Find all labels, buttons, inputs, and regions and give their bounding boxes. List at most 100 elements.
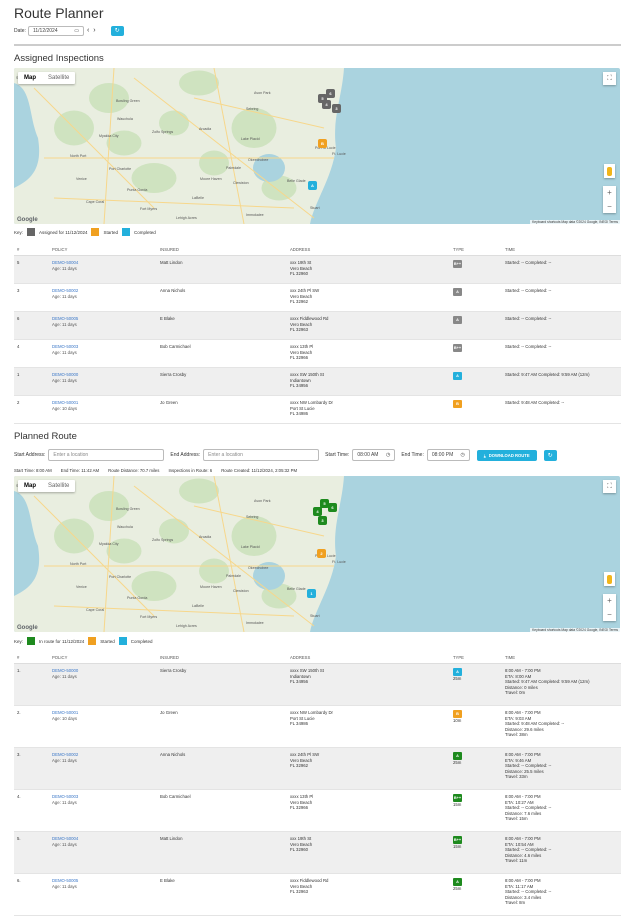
map-marker[interactable]: B <box>318 139 327 148</box>
end-address-input[interactable]: Enter a location <box>203 449 320 461</box>
map-marker[interactable]: 3 <box>318 516 327 525</box>
policy-cell: DEMO-50005 Age: 11 days <box>52 312 160 339</box>
map-place-label: Venice <box>76 585 87 589</box>
pegman-icon[interactable] <box>604 164 615 178</box>
policy-age: Age: 11 days <box>52 757 77 763</box>
address-cell: xxxx NW Lombardy Dr Port St Lucie FL 34986 <box>290 706 453 747</box>
map-marker[interactable]: 3 <box>332 104 341 113</box>
row-number: 4 <box>17 344 20 349</box>
map-tab[interactable]: Map <box>18 480 42 492</box>
park-area <box>231 108 277 148</box>
policy-cell: DEMO-50000 Age: 11 days <box>52 368 160 395</box>
refresh-icon: ↻ <box>114 28 120 34</box>
type-cell: B++ 15m <box>453 832 505 873</box>
assigned-swatch <box>27 228 36 236</box>
map-place-label: Port Charlotte <box>109 575 132 579</box>
map-place-label: Avon Park <box>254 499 271 503</box>
start-time-value: 08:00 AM <box>357 452 379 458</box>
address-cell: xxxx 13th Pl Vero Beach FL 32966 <box>290 790 453 831</box>
type-badge: A <box>453 668 462 676</box>
date-value: 11/12/2024 <box>32 27 58 34</box>
fullscreen-icon[interactable]: ⛶ <box>603 480 616 493</box>
address-cell: xxxx Fiddlewood Rd Vero Beach FL 32963 <box>290 312 453 339</box>
map-place-label: Clewiston <box>233 589 249 593</box>
route-refresh-button[interactable]: ↻ <box>543 449 557 461</box>
type-duration: 25m <box>453 886 462 891</box>
started-swatch <box>91 228 100 236</box>
key-label: Key: <box>14 638 24 644</box>
map-place-label: Lake Placid <box>241 545 260 549</box>
map-tab[interactable]: Map <box>18 72 42 84</box>
type-duration: 15m <box>453 802 462 807</box>
map-marker[interactable]: 4 <box>313 507 322 516</box>
map-marker[interactable]: 1 <box>307 589 316 598</box>
calendar-icon[interactable]: ▭ <box>74 28 79 34</box>
table-header: # POLICY INSURED ADDRESS TYPE TIME <box>14 652 621 664</box>
download-route-label: DOWNLOAD ROUTE <box>488 452 530 458</box>
type-badge: B++ <box>453 836 462 844</box>
row-number: 3 <box>17 288 20 293</box>
assigned-map[interactable]: St. PetersburgBowling GreenWauchulaMyakk… <box>14 68 620 224</box>
col-time: TIME <box>505 655 516 660</box>
park-area <box>199 150 229 176</box>
fullscreen-icon[interactable]: ⛶ <box>603 72 616 85</box>
key-completed: Completed <box>130 638 153 644</box>
type-duration: 25m <box>453 760 462 765</box>
pegman-icon[interactable] <box>604 572 615 586</box>
download-route-button[interactable]: ⤓ DOWNLOAD ROUTE <box>476 449 537 461</box>
col-policy: POLICY <box>52 247 68 252</box>
clock-icon: ◷ <box>460 452 465 458</box>
map-place-label: Palmdale <box>226 574 241 578</box>
satellite-tab[interactable]: Satellite <box>42 480 75 492</box>
map-place-label: Immokalee <box>246 621 264 625</box>
assigned-heading: Assigned Inspections <box>14 53 104 64</box>
map-place-label: Sebring <box>246 515 259 519</box>
key-started: Started <box>100 638 115 644</box>
time-cell: 8:00 AM - 7:00 PM ETA: 11:17 AM Started: -… <box>505 874 621 915</box>
type-cell: A 25m <box>453 748 505 789</box>
key-completed: Completed <box>133 229 156 235</box>
time-cell: Started: 9:48 AM Completed: -- <box>505 400 565 405</box>
map-attribution[interactable]: Keyboard shortcuts Map data ©2024 Google… <box>530 220 620 224</box>
refresh-button[interactable]: ↻ <box>110 25 124 36</box>
zoom-out-icon[interactable]: − <box>607 610 612 619</box>
map-place-label: Stuart <box>310 614 320 618</box>
map-place-label: Fort Myers <box>140 207 158 211</box>
satellite-tab[interactable]: Satellite <box>42 72 75 84</box>
type-badge: A <box>453 316 462 324</box>
date-input[interactable]: 11/12/2024 ▭ <box>27 25 84 36</box>
policy-age: Age: 10 days <box>52 715 78 721</box>
refresh-icon: ↻ <box>547 452 553 459</box>
type-badge: A <box>453 878 462 886</box>
zoom-in-icon[interactable]: + <box>607 596 612 605</box>
end-time-input[interactable]: 08:00 PM ◷ <box>426 449 470 461</box>
key-in-route: In route for 11/12/2024 <box>39 638 85 644</box>
type-cell: B <box>453 396 505 423</box>
map-marker[interactable]: 6 <box>326 89 335 98</box>
zoom-in-icon[interactable]: + <box>607 188 612 197</box>
end-address-placeholder: Enter a location <box>208 452 243 458</box>
next-day-icon[interactable]: › <box>92 26 96 36</box>
map-marker[interactable]: 6 <box>328 503 337 512</box>
map-marker[interactable]: A <box>308 181 317 190</box>
map-marker[interactable]: 4 <box>322 100 331 109</box>
zoom-out-icon[interactable]: − <box>607 202 612 211</box>
map-place-label: Ft. Lucie <box>332 152 346 156</box>
map-place-label: Bowling Green <box>116 507 140 511</box>
start-time-input[interactable]: 08:00 AM ◷ <box>352 449 396 461</box>
type-cell: A <box>453 312 505 339</box>
col-insured: INSURED <box>160 247 179 252</box>
table-header: # POLICY INSURED ADDRESS TYPE TIME <box>14 244 621 256</box>
planned-map[interactable]: St. PetersburgBowling GreenWauchulaMyakk… <box>14 476 620 632</box>
type-badge: B++ <box>453 260 462 268</box>
map-attribution[interactable]: Keyboard shortcuts Map data ©2024 Google… <box>530 628 620 632</box>
start-time-label: Start Time: <box>325 452 350 458</box>
table-row: 5. DEMO-50004 Age: 11 days Matt Lindon xxx 1… <box>14 832 621 874</box>
time-cell: Started: -- Completed: -- <box>505 316 552 321</box>
started-swatch <box>88 637 97 645</box>
table-row: 6 DEMO-50005 Age: 11 days E Blake xxxx Fiddl… <box>14 312 621 340</box>
insured-name: E Blake <box>160 316 175 321</box>
prev-day-icon[interactable]: ‹ <box>86 26 90 36</box>
start-address-input[interactable]: Enter a location <box>48 449 165 461</box>
map-marker[interactable]: 2 <box>317 549 326 558</box>
